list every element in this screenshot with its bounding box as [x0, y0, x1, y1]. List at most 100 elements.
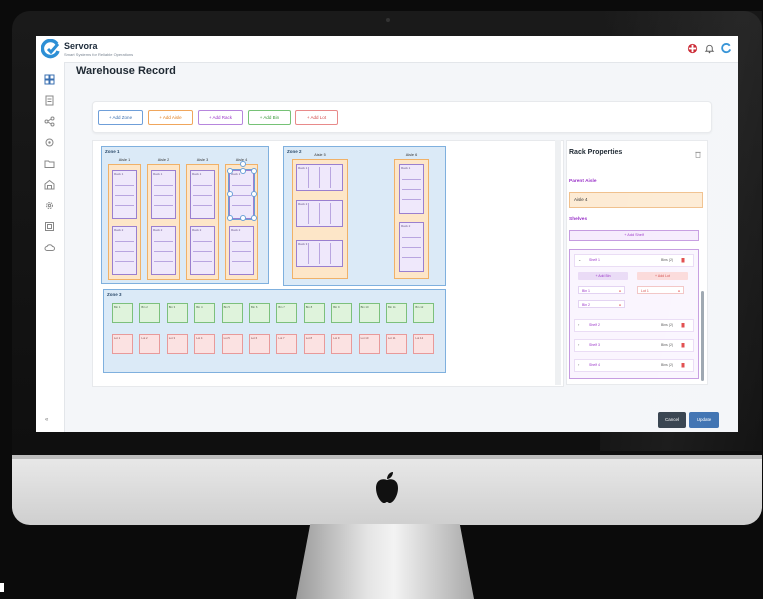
aisle-3[interactable]: Aisle 3 Rack 1 Rack 2 — [186, 158, 219, 280]
lot-cell[interactable]: Lot 9 — [331, 334, 353, 354]
resize-handle[interactable] — [251, 215, 257, 221]
delete-icon[interactable] — [681, 342, 685, 348]
canvas-scrollbar[interactable] — [555, 140, 561, 385]
lot-cell[interactable]: Lot 5 — [221, 334, 243, 354]
lot-cell[interactable]: Lot 11 — [386, 334, 407, 354]
zone-2[interactable]: Zone 2 Aisle 5 Rack 1 Rack 2 Rack 3 Aisl… — [283, 146, 446, 286]
resize-handle[interactable] — [227, 215, 233, 221]
lot-cell[interactable]: Lot 4 — [194, 334, 216, 354]
document-icon[interactable] — [44, 221, 55, 232]
aisle-5[interactable]: Aisle 5 Rack 1 Rack 2 Rack 3 — [292, 153, 348, 279]
panel-scrollbar[interactable] — [701, 291, 704, 381]
settings-icon[interactable] — [44, 137, 55, 148]
zone-1[interactable]: Zone 1 Aisle 1 Rack 1 Rack 2 Aisle 2 Rac… — [101, 146, 269, 284]
bin-cell[interactable]: Bin 5 — [221, 303, 243, 323]
lot-cell[interactable]: Lot 1 — [112, 334, 133, 354]
lot-cell[interactable]: Lot 12 — [413, 334, 435, 354]
folder-icon[interactable] — [44, 158, 55, 169]
layout-canvas[interactable]: Zone 1 Aisle 1 Rack 1 Rack 2 Aisle 2 Rac… — [92, 140, 564, 387]
gear-icon[interactable] — [44, 200, 55, 211]
bin-chip[interactable]: Bin 2 ● — [578, 300, 625, 308]
aisle-4[interactable]: Aisle 4 Rack 1 Rack 2 — [225, 158, 258, 280]
shelf-row[interactable]: › Shelf 2 Bins (2) — [574, 319, 694, 332]
rack[interactable]: Rack 1 — [296, 164, 343, 191]
rack[interactable]: Rack 1 — [399, 164, 424, 214]
rack[interactable]: Rack 2 — [151, 226, 176, 275]
resize-handle[interactable] — [240, 215, 246, 221]
bin-chip[interactable]: Bin 1 ● — [578, 286, 625, 294]
resize-handle[interactable] — [240, 168, 246, 174]
bin-cell[interactable]: Bin 11 — [386, 303, 407, 323]
bin-cell[interactable]: Bin 10 — [358, 303, 380, 323]
rotate-handle[interactable] — [240, 161, 246, 167]
rack[interactable]: Rack 1 — [190, 170, 215, 219]
rack[interactable]: Rack 3 — [296, 240, 343, 267]
remove-icon[interactable]: ● — [619, 301, 621, 309]
warehouse-icon[interactable] — [44, 179, 55, 190]
lot-cell[interactable]: Lot 10 — [358, 334, 380, 354]
cancel-button[interactable]: Cancel — [658, 412, 686, 428]
remove-icon[interactable]: ● — [678, 287, 680, 295]
resize-handle[interactable] — [251, 168, 257, 174]
rack[interactable]: Rack 2 — [296, 200, 343, 227]
delete-icon[interactable] — [681, 322, 685, 328]
shelf-row[interactable]: › Shelf 4 Bins (2) — [574, 359, 694, 372]
add-lot-button[interactable]: + Add Lot — [295, 110, 338, 125]
bin-cell[interactable]: Bin 2 — [139, 303, 161, 323]
rack[interactable]: Rack 1 — [112, 170, 137, 219]
rack[interactable]: Rack 2 — [112, 226, 137, 275]
bin-cell[interactable]: Bin 3 — [166, 303, 188, 323]
chevron-down-icon[interactable]: ⌄ — [578, 257, 581, 262]
dashboard-icon[interactable] — [44, 74, 55, 85]
flag-icon[interactable] — [687, 43, 698, 54]
rack[interactable]: Rack 2 — [229, 226, 254, 275]
rack[interactable]: Rack 2 — [399, 222, 424, 272]
chevron-right-icon[interactable]: › — [578, 322, 579, 327]
bin-cell[interactable]: Bin 8 — [303, 303, 325, 323]
lot-cell[interactable]: Lot 6 — [249, 334, 270, 354]
bin-cell[interactable]: Bin 12 — [413, 303, 435, 323]
delete-icon[interactable] — [681, 257, 685, 263]
list-icon[interactable] — [44, 95, 55, 106]
bin-cell[interactable]: Bin 7 — [276, 303, 298, 323]
servora-logo-icon[interactable] — [721, 43, 732, 54]
add-rack-button[interactable]: + Add Rack — [198, 110, 243, 125]
rack[interactable]: Rack 2 — [190, 226, 215, 275]
lot-cell[interactable]: Lot 2 — [139, 334, 161, 354]
bell-icon[interactable] — [704, 43, 715, 54]
chevron-right-icon[interactable]: › — [578, 342, 579, 347]
rack[interactable]: Rack 1 — [151, 170, 176, 219]
bin-cell[interactable]: Bin 6 — [249, 303, 270, 323]
resize-handle[interactable] — [227, 191, 233, 197]
update-button[interactable]: Update — [689, 412, 719, 428]
collapse-sidebar-icon[interactable]: « — [45, 417, 48, 423]
aisle-2[interactable]: Aisle 2 Rack 1 Rack 2 — [147, 158, 180, 280]
parent-aisle-field[interactable]: Aisle 4 — [569, 192, 703, 208]
shelf-row[interactable]: › Shelf 3 Bins (2) — [574, 339, 694, 352]
add-bin-button[interactable]: + Add Bin — [578, 272, 628, 280]
remove-icon[interactable]: ● — [619, 287, 621, 295]
resize-handle[interactable] — [251, 191, 257, 197]
add-shelf-button[interactable]: + Add Shelf — [569, 230, 699, 241]
add-aisle-button[interactable]: + Add Aisle — [148, 110, 193, 125]
zone-3[interactable]: Zone 3 Bin 1 Bin 2 Bin 3 Bin 4 Bin 5 Bin 6 Bin… — [103, 289, 446, 373]
add-zone-button[interactable]: + Add Zone — [98, 110, 143, 125]
cloud-icon[interactable] — [44, 242, 55, 253]
lot-cell[interactable]: Lot 8 — [303, 334, 325, 354]
shelf-row[interactable]: ⌄ Shelf 1 Bins (2) — [574, 254, 694, 267]
aisle-6[interactable]: Aisle 6 Rack 1 Rack 2 — [394, 153, 429, 279]
add-bin-button[interactable]: + Add Bin — [248, 110, 291, 125]
lot-cell[interactable]: Lot 3 — [166, 334, 188, 354]
add-lot-button[interactable]: + Add Lot — [637, 272, 688, 280]
rack-selected[interactable]: Rack 1 — [227, 161, 257, 221]
delete-icon[interactable] — [681, 362, 685, 368]
lot-chip[interactable]: Lot 1 ● — [637, 286, 684, 294]
bin-cell[interactable]: Bin 4 — [194, 303, 216, 323]
chevron-right-icon[interactable]: › — [578, 362, 579, 367]
resize-handle[interactable] — [227, 168, 233, 174]
aisle-1[interactable]: Aisle 1 Rack 1 Rack 2 — [108, 158, 141, 280]
bin-cell[interactable]: Bin 1 — [112, 303, 133, 323]
lot-cell[interactable]: Lot 7 — [276, 334, 298, 354]
bin-cell[interactable]: Bin 9 — [331, 303, 353, 323]
share-icon[interactable] — [44, 116, 55, 127]
